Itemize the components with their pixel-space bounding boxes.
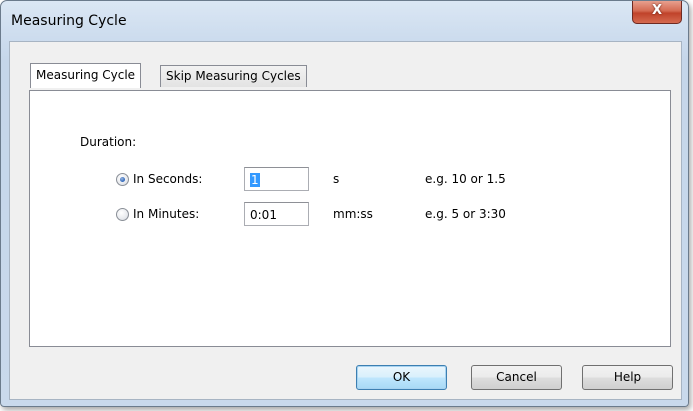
minutes-input[interactable]: 0:01: [244, 202, 309, 226]
in-seconds-label[interactable]: In Seconds:: [133, 172, 202, 186]
title-bar[interactable]: Measuring Cycle X: [1, 1, 688, 41]
minutes-hint: e.g. 5 or 3:30: [425, 207, 506, 221]
tab-label: Measuring Cycle: [36, 68, 136, 82]
tab-label: Skip Measuring Cycles: [166, 69, 301, 83]
tab-panel: Duration: In Seconds: 1 s e.g. 10 or 1.5…: [29, 90, 671, 347]
seconds-hint: e.g. 10 or 1.5: [425, 172, 506, 186]
minutes-value: 0:01: [250, 208, 277, 222]
seconds-unit: s: [333, 172, 340, 186]
tab-measuring-cycle[interactable]: Measuring Cycle: [30, 63, 142, 88]
help-button[interactable]: Help: [582, 365, 673, 390]
minutes-unit: mm:ss: [333, 207, 373, 221]
duration-label: Duration:: [80, 135, 137, 149]
in-seconds-radio[interactable]: [116, 173, 129, 186]
close-button[interactable]: X: [632, 1, 682, 24]
window-title: Measuring Cycle: [11, 13, 127, 29]
tab-skip-measuring-cycles[interactable]: Skip Measuring Cycles: [160, 65, 307, 87]
cancel-button[interactable]: Cancel: [471, 365, 562, 390]
dialog-client-area: Measuring Cycle Skip Measuring Cycles Du…: [9, 41, 682, 400]
ok-button[interactable]: OK: [356, 365, 447, 390]
measuring-cycle-dialog: Measuring Cycle X Measuring Cycle Skip M…: [0, 0, 689, 407]
seconds-value: 1: [250, 173, 260, 187]
seconds-input[interactable]: 1: [244, 167, 309, 191]
in-minutes-label[interactable]: In Minutes:: [133, 207, 199, 221]
in-minutes-radio[interactable]: [116, 208, 129, 221]
close-icon: X: [651, 3, 663, 18]
